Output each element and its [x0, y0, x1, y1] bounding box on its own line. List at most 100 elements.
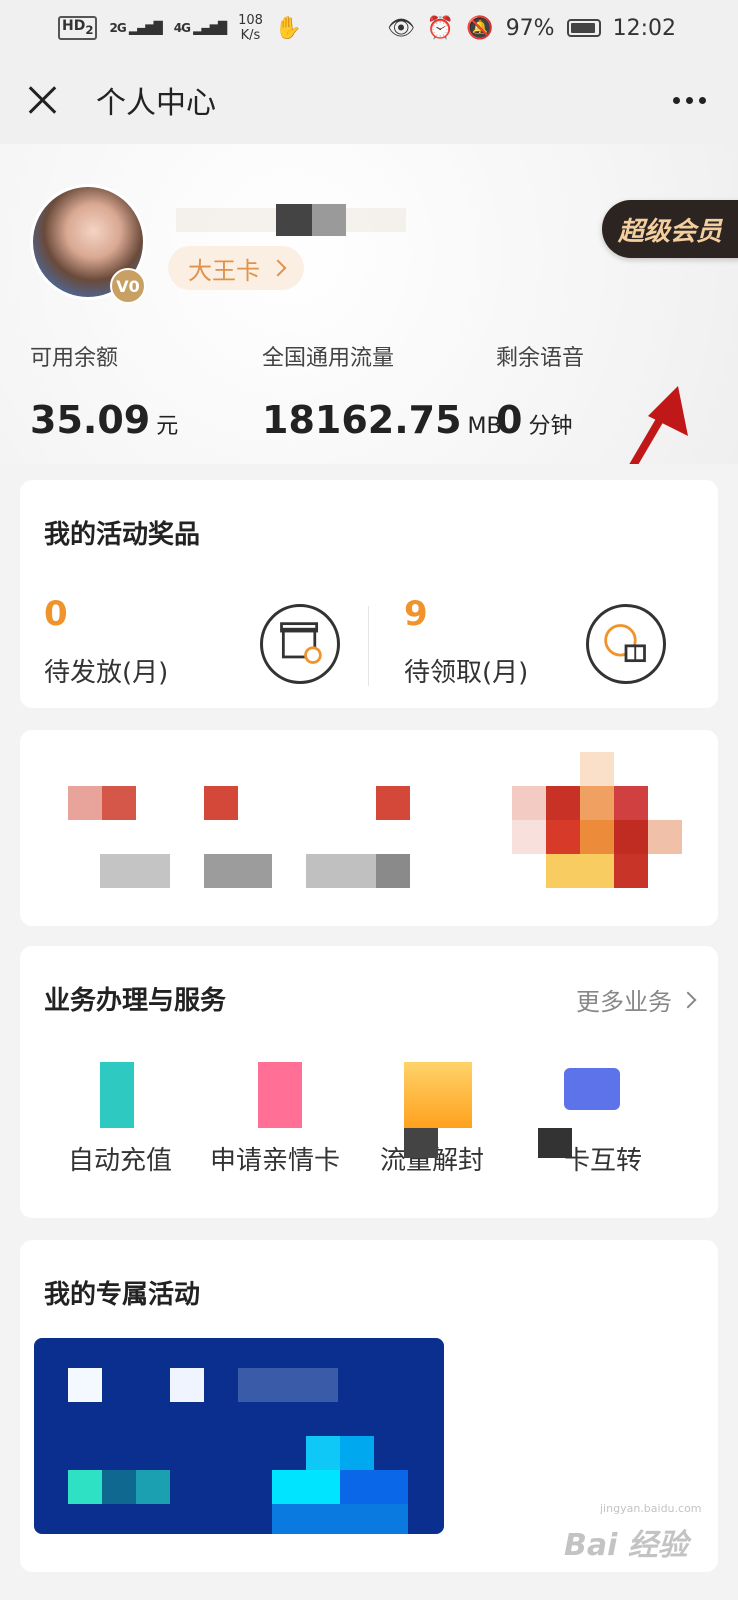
stat-voice[interactable]: 剩余语音 0 分钟 [496, 340, 584, 442]
card-type-tag[interactable]: 大王卡 [168, 246, 304, 290]
signal2-label: 4G [173, 21, 191, 35]
vip-level-badge: V0 [110, 268, 146, 304]
service-family-card[interactable]: 申请亲情卡 [210, 1140, 340, 1177]
hd-label: HD [62, 18, 86, 35]
family-card-icon[interactable] [258, 1062, 302, 1128]
net-speed: 108 K/s [238, 13, 263, 43]
more-services-link[interactable]: 更多业务 [576, 982, 697, 1017]
redaction-pixel [102, 786, 136, 820]
stat-label: 剩余语音 [496, 346, 585, 371]
activity-prizes-card: 我的活动奖品 0 待发放(月) 9 待领取(月) [20, 480, 718, 708]
redaction-pixel [306, 854, 376, 888]
more-services-label: 更多业务 [576, 988, 672, 1016]
mask-block [346, 208, 406, 232]
stat-value: 35.09 [30, 398, 151, 442]
prize-pending-label[interactable]: 待发放(月) [44, 652, 168, 689]
activity-banner-redacted[interactable] [34, 1338, 444, 1534]
mask-block [276, 204, 312, 236]
signal1-label: 2G [109, 21, 126, 35]
service-auto-recharge[interactable]: 自动充值 [68, 1140, 172, 1177]
stat-value-row: 18162.75 MB [262, 398, 502, 442]
card-title: 我的活动奖品 [44, 520, 201, 550]
card-title: 我的专属活动 [44, 1280, 201, 1310]
redaction-pixel [512, 786, 546, 820]
redaction-pixel [580, 820, 614, 854]
page-title: 个人中心 [96, 86, 216, 121]
red-arrow-annotation [629, 386, 688, 464]
invite-banner-redacted[interactable] [20, 730, 718, 926]
eye-icon: 👁 [386, 15, 415, 41]
redaction-pixel [272, 1504, 408, 1534]
redaction-pixel [170, 1368, 204, 1402]
stat-value-row: 0 分钟 [496, 398, 584, 442]
stat-value: 18162.75 [262, 398, 462, 442]
redaction-pixel [68, 1368, 102, 1402]
watermark-sub: jingyan.baidu.com [600, 1502, 702, 1515]
signal-2g-icon: 2G ▂▄▆█ [109, 21, 162, 35]
stat-value-row: 35.09 元 [30, 398, 178, 442]
hand-icon: ✋ [274, 15, 303, 41]
card-transfer-icon[interactable] [564, 1068, 620, 1110]
speed-value: 108 [238, 13, 263, 28]
redaction-pixel [546, 786, 580, 820]
status-left: HD2 2G ▂▄▆█ 4G ▂▄▆█ 108 K/s ✋ [58, 13, 302, 43]
hd-icon: HD2 [58, 16, 98, 40]
prize-pending-count[interactable]: 0 [44, 594, 68, 634]
stat-label: 全国通用流量 [262, 346, 395, 371]
clock: 12:02 [612, 15, 676, 41]
speed-unit: K/s [240, 28, 261, 43]
mask-block [176, 208, 276, 232]
service-card-transfer[interactable]: 卡互转 [564, 1140, 642, 1177]
redaction-pixel [68, 786, 102, 820]
redaction-pixel [136, 1470, 170, 1504]
more-dot-icon [686, 96, 693, 104]
redaction-pixel [614, 786, 648, 820]
redaction-pixel [340, 1470, 408, 1504]
status-bar: HD2 2G ▂▄▆█ 4G ▂▄▆█ 108 K/s ✋ 👁 ⏰ 🔕 97% 1… [0, 0, 738, 56]
mask-block [312, 204, 346, 236]
prize-unclaimed-count[interactable]: 9 [404, 594, 428, 634]
chevron-right-icon [269, 259, 287, 277]
divider [368, 606, 369, 686]
card-title: 业务办理与服务 [44, 986, 227, 1016]
redaction-pixel [204, 786, 238, 820]
gift-clock-icon[interactable] [586, 604, 666, 684]
more-dot-icon [699, 96, 706, 104]
redaction-pixel [306, 1436, 340, 1470]
redaction-pixel [614, 854, 648, 888]
alarm-icon: ⏰ [426, 15, 455, 41]
close-icon[interactable] [24, 82, 60, 118]
more-menu-button[interactable] [665, 89, 714, 112]
battery-percent: 97% [505, 15, 555, 41]
redaction-pixel [614, 820, 648, 854]
redaction-pixel [204, 854, 272, 888]
chevron-right-icon [679, 991, 697, 1008]
super-vip-button[interactable]: 超级会员 [602, 200, 738, 258]
redaction-pixel [512, 820, 546, 854]
hd-sub-label: 2 [85, 22, 94, 37]
nav-bar: 个人中心 [0, 56, 738, 144]
stat-value: 0 [496, 398, 523, 442]
baidu-watermark: Bai 经验 [564, 1528, 688, 1563]
redaction-pixel [272, 1470, 340, 1504]
box-clock-icon[interactable] [260, 604, 340, 684]
redaction-pixel [340, 1436, 374, 1470]
prize-unclaimed-label[interactable]: 待领取(月) [404, 652, 528, 689]
phone-number-masked [176, 204, 406, 236]
auto-recharge-icon[interactable] [100, 1062, 134, 1128]
redaction-pixel [376, 854, 410, 888]
stat-balance[interactable]: 可用余额 35.09 元 [30, 340, 178, 442]
data-unblock-icon[interactable] [404, 1062, 472, 1128]
battery-icon [566, 19, 601, 37]
card-type-label: 大王卡 [188, 256, 260, 285]
redaction-pixel [580, 786, 614, 820]
redaction-pixel [100, 854, 170, 888]
redaction-pixel [546, 820, 580, 854]
redaction-pixel [404, 1128, 438, 1158]
more-dot-icon [673, 96, 680, 104]
stat-data[interactable]: 全国通用流量 18162.75 MB [262, 340, 502, 442]
redaction-pixel [102, 1470, 136, 1504]
redaction-pixel [238, 1368, 338, 1402]
redaction-pixel [546, 854, 614, 888]
status-right: 👁 ⏰ 🔕 97% 12:02 [387, 16, 676, 41]
